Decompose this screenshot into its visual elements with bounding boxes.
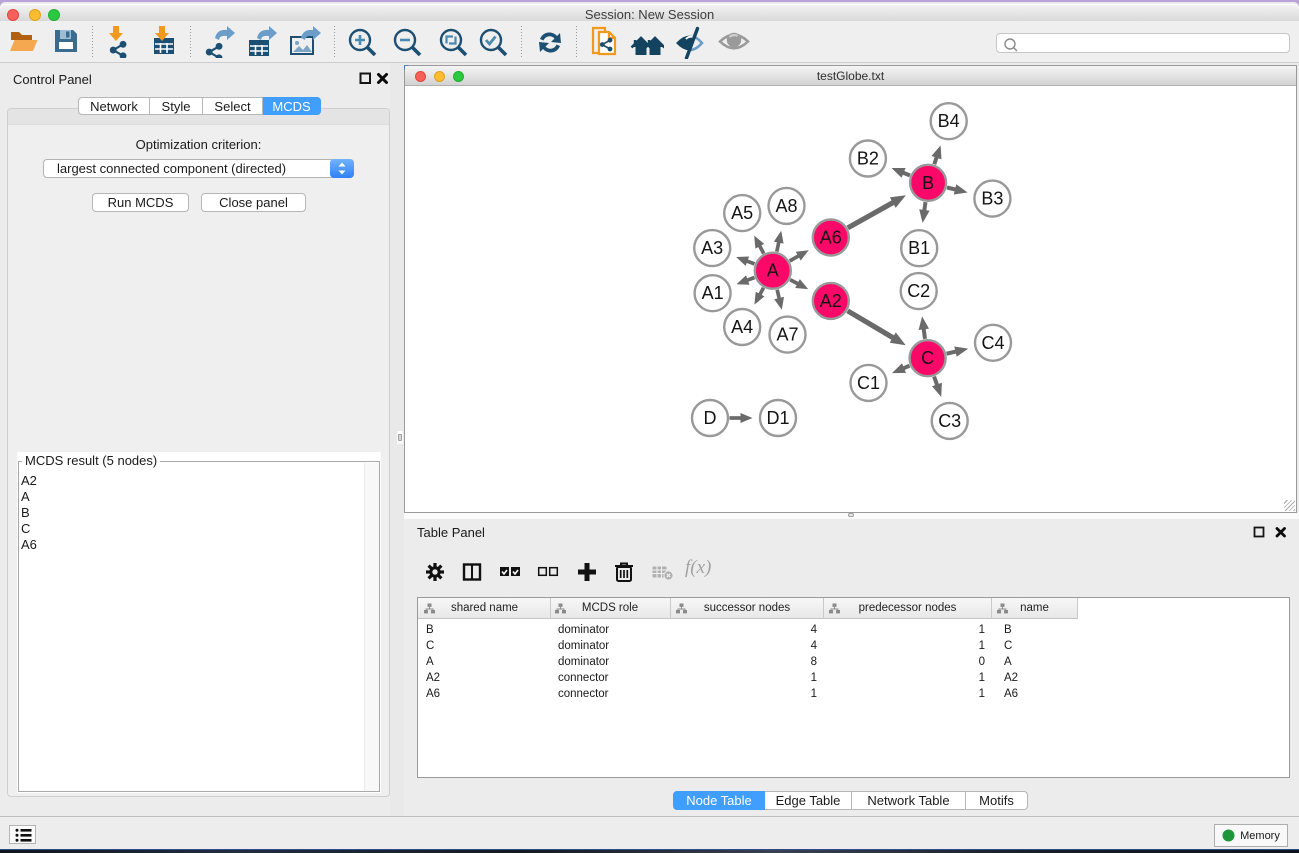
svg-text:A5: A5 <box>731 203 753 223</box>
svg-text:B: B <box>922 173 934 193</box>
svg-text:A8: A8 <box>775 196 797 216</box>
svg-text:C3: C3 <box>938 411 961 431</box>
svg-text:A7: A7 <box>776 325 798 345</box>
svg-text:B3: B3 <box>981 189 1003 209</box>
svg-text:A2: A2 <box>820 291 842 311</box>
svg-text:B1: B1 <box>908 238 930 258</box>
svg-text:C1: C1 <box>857 373 880 393</box>
svg-text:B4: B4 <box>938 111 960 131</box>
svg-text:D: D <box>704 408 717 428</box>
svg-text:C4: C4 <box>981 333 1004 353</box>
svg-text:B2: B2 <box>857 149 879 169</box>
svg-text:A4: A4 <box>731 317 753 337</box>
svg-text:C2: C2 <box>907 281 930 301</box>
svg-text:D1: D1 <box>766 408 789 428</box>
svg-text:A: A <box>767 261 779 281</box>
svg-text:A1: A1 <box>702 283 724 303</box>
svg-text:A3: A3 <box>701 238 723 258</box>
svg-text:A6: A6 <box>820 228 842 248</box>
svg-text:C: C <box>921 348 934 368</box>
